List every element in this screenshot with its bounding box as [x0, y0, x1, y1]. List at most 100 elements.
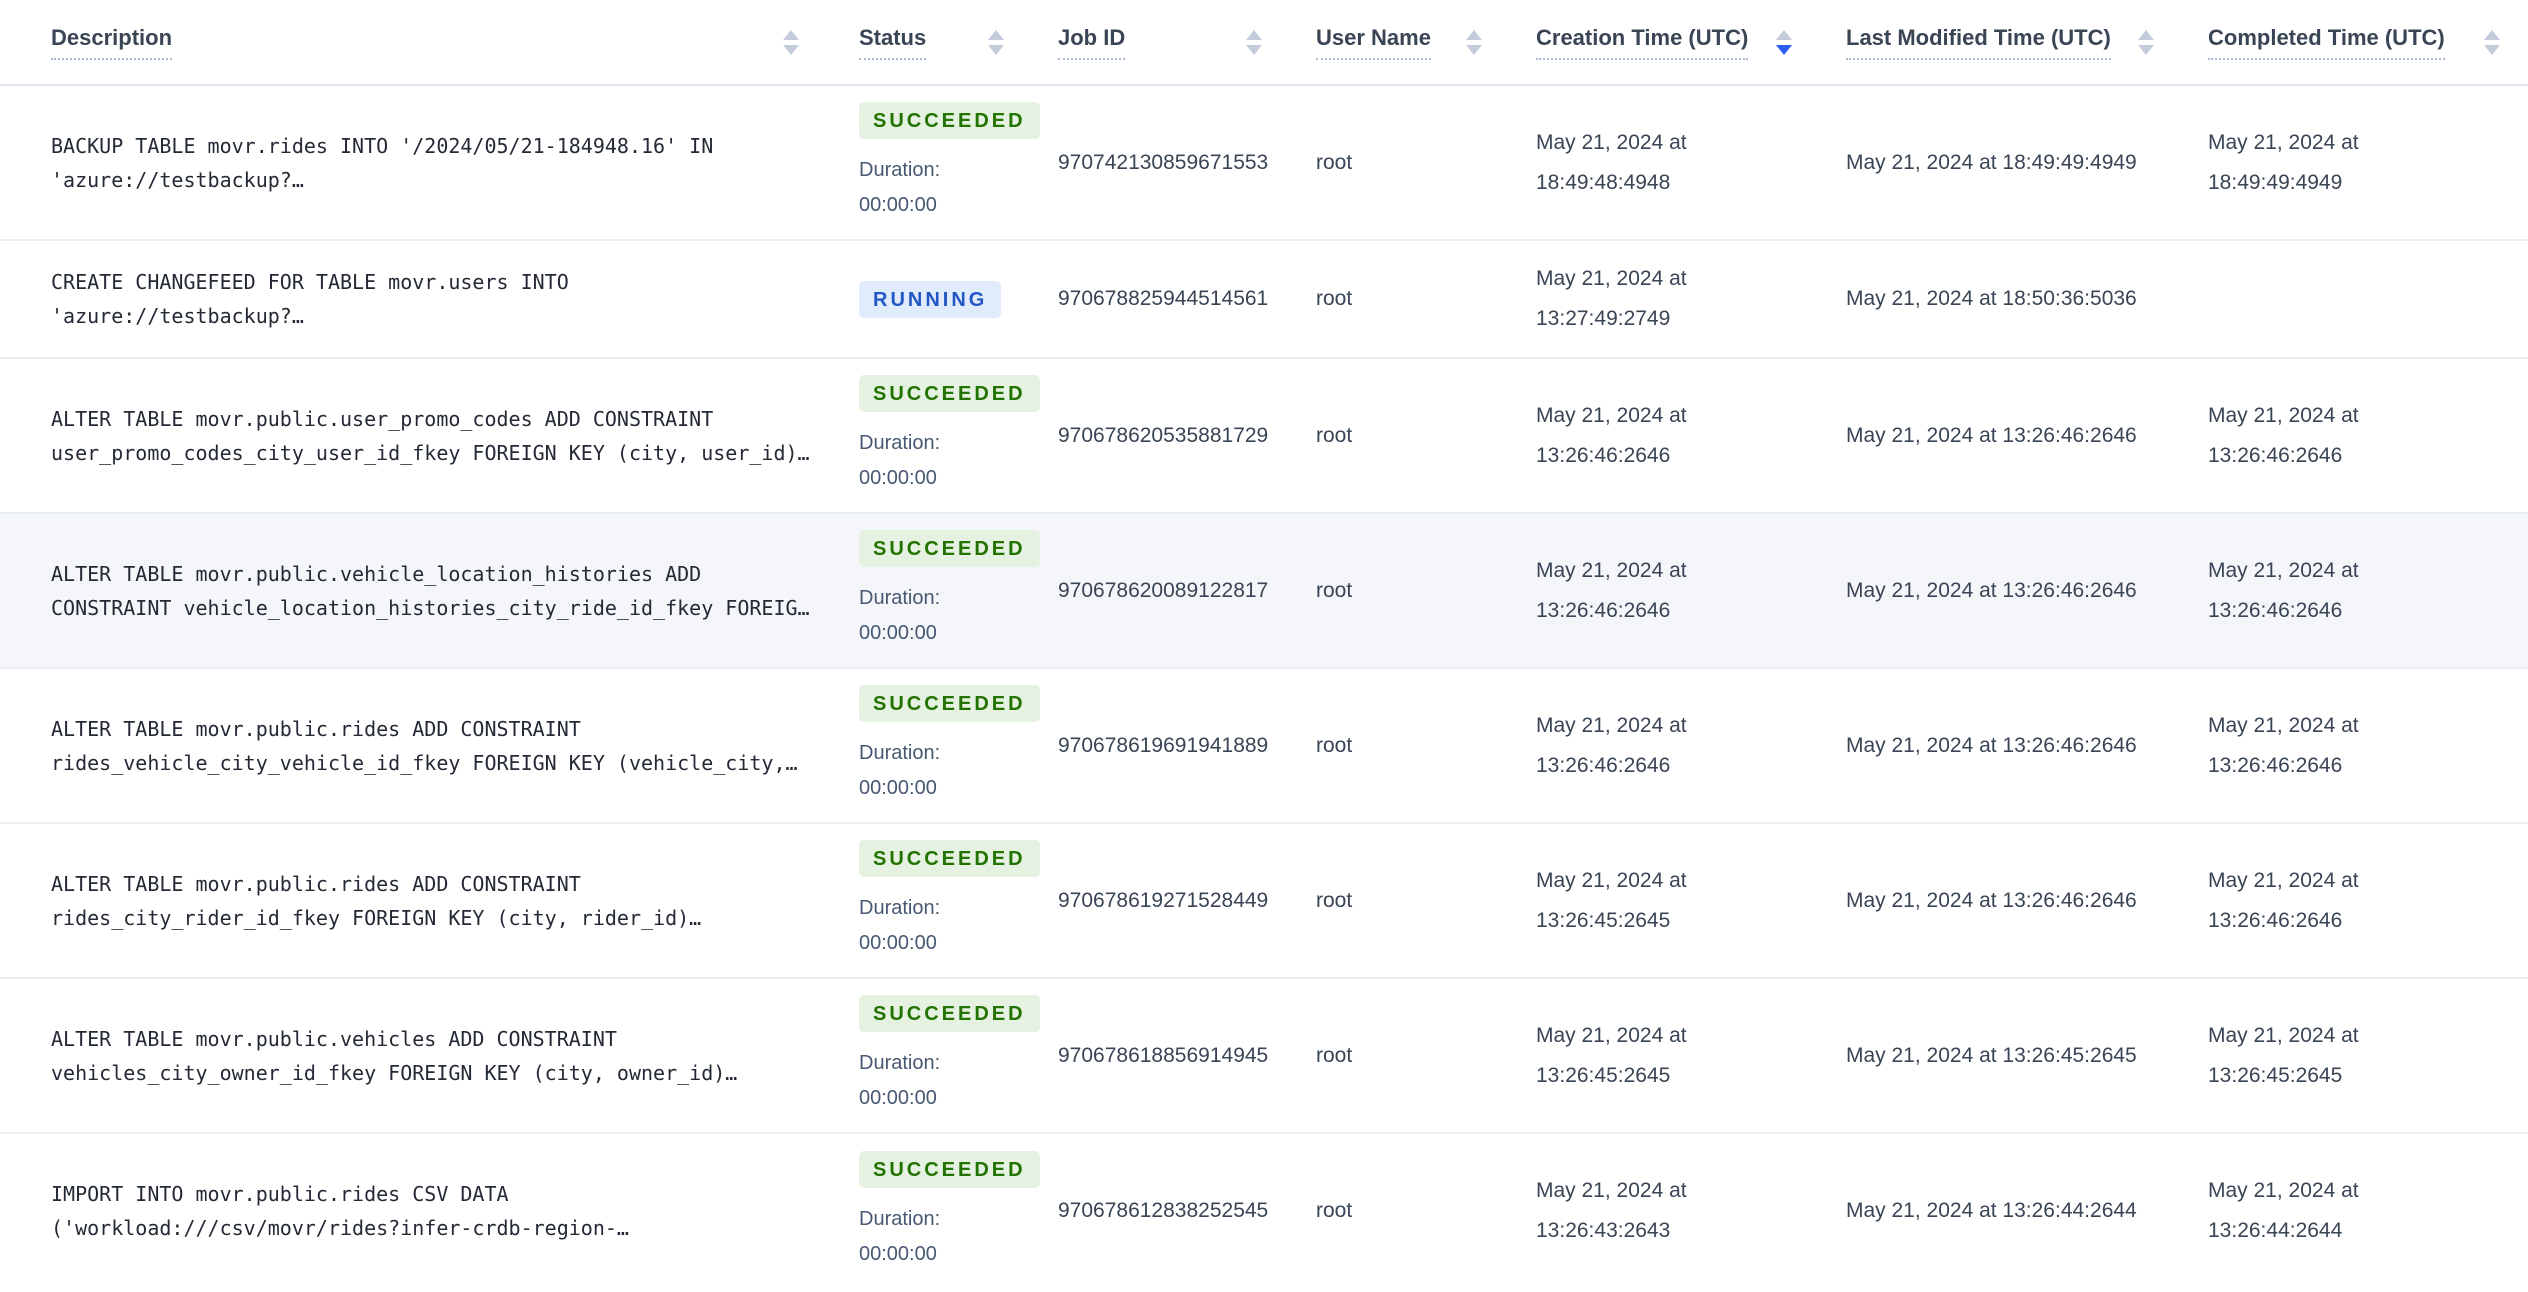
job-description-link[interactable]: ALTER TABLE movr.public.vehicles ADD CON…: [51, 1022, 816, 1090]
creation-time-cell: May 21, 2024 at 13:26:46:2646: [1526, 358, 1836, 513]
job-description-cell: ALTER TABLE movr.public.vehicles ADD CON…: [0, 978, 843, 1133]
last-modified-time-cell: May 21, 2024 at 13:26:46:2646: [1836, 668, 2198, 823]
job-status-cell: SUCCEEDED Duration: 00:00:00: [843, 823, 1048, 978]
job-description-link[interactable]: ALTER TABLE movr.public.vehicle_location…: [51, 557, 816, 625]
job-duration-label: Duration:: [859, 587, 941, 609]
status-badge: SUCCEEDED: [859, 530, 1040, 567]
last-modified-time-cell: May 21, 2024 at 13:26:46:2646: [1836, 358, 2198, 513]
job-duration-value: 00:00:00: [859, 777, 937, 799]
job-duration-label: Duration:: [859, 897, 941, 919]
job-status-cell: SUCCEEDED Duration: 00:00:00: [843, 978, 1048, 1133]
job-duration-value: 00:00:00: [859, 932, 937, 954]
status-badge: SUCCEEDED: [859, 995, 1040, 1032]
table-row: IMPORT INTO movr.public.rides CSV DATA (…: [0, 1133, 2528, 1288]
column-header-status[interactable]: Status: [843, 0, 1048, 86]
sort-asc-icon: [988, 29, 1004, 40]
job-duration-label: Duration:: [859, 1207, 941, 1230]
table-row: BACKUP TABLE movr.rides INTO '/2024/05/2…: [0, 85, 2528, 240]
sort-arrows-icon: [988, 29, 1004, 55]
status-badge: SUCCEEDED: [859, 1150, 1040, 1188]
job-duration-value: 00:00:00: [859, 194, 937, 216]
job-id-cell: 970678612838252545: [1048, 1133, 1306, 1288]
creation-time: May 21, 2024 at 13:26:43:2643: [1536, 1179, 1687, 1242]
job-id-cell: 970678618856914945: [1048, 978, 1306, 1133]
job-description-link[interactable]: CREATE CHANGEFEED FOR TABLE movr.users I…: [51, 265, 816, 333]
user-name-cell: root: [1306, 85, 1526, 240]
creation-time-cell: May 21, 2024 at 13:27:49:2749: [1526, 240, 1836, 358]
creation-time: May 21, 2024 at 13:26:46:2646: [1536, 403, 1687, 467]
creation-time: May 21, 2024 at 18:49:48:4948: [1536, 130, 1687, 194]
last-modified-time-cell: May 21, 2024 at 13:26:45:2645: [1836, 978, 2198, 1133]
status-badge: SUCCEEDED: [859, 375, 1040, 412]
creation-time: May 21, 2024 at 13:26:45:2645: [1536, 868, 1687, 932]
sort-arrows-icon: [1776, 29, 1792, 55]
jobs-table-header: Description Status Job ID User Name Crea…: [0, 0, 2528, 86]
job-description-link[interactable]: IMPORT INTO movr.public.rides CSV DATA (…: [51, 1177, 816, 1245]
job-id: 970678620089122817: [1058, 578, 1269, 602]
creation-time-cell: May 21, 2024 at 13:26:45:2645: [1526, 978, 1836, 1133]
job-description-cell: ALTER TABLE movr.public.user_promo_codes…: [0, 358, 843, 513]
user-name: root: [1316, 423, 1353, 447]
user-name: root: [1316, 150, 1353, 174]
sort-asc-icon: [1776, 29, 1792, 40]
table-row: CREATE CHANGEFEED FOR TABLE movr.users I…: [0, 240, 2528, 358]
user-name: root: [1316, 888, 1353, 912]
sort-arrows-icon: [2484, 29, 2500, 55]
last-modified-time: May 21, 2024 at 13:26:46:2646: [1846, 888, 2137, 912]
column-header-job-id[interactable]: Job ID: [1048, 0, 1306, 86]
sort-desc-icon: [988, 44, 1004, 55]
creation-time-cell: May 21, 2024 at 18:49:48:4948: [1526, 85, 1836, 240]
column-header-last-modified-time-utc[interactable]: Last Modified Time (UTC): [1836, 0, 2198, 86]
job-id: 970678620535881729: [1058, 423, 1269, 447]
job-description-cell: ALTER TABLE movr.public.vehicle_location…: [0, 513, 843, 668]
completed-time-cell: May 21, 2024 at 13:26:46:2646: [2198, 358, 2528, 513]
column-header-description[interactable]: Description: [0, 0, 843, 86]
user-name: root: [1316, 1043, 1353, 1067]
sort-asc-icon: [1466, 29, 1482, 40]
column-header-completed-time-utc[interactable]: Completed Time (UTC): [2198, 0, 2528, 86]
last-modified-time-cell: May 21, 2024 at 18:50:36:5036: [1836, 240, 2198, 358]
job-duration-label: Duration:: [859, 742, 941, 764]
user-name-cell: root: [1306, 668, 1526, 823]
sort-asc-icon: [1246, 29, 1262, 40]
sort-desc-icon: [1246, 44, 1262, 55]
sort-arrows-icon: [1466, 29, 1482, 55]
sort-desc-icon: [1776, 44, 1792, 55]
last-modified-time: May 21, 2024 at 13:26:45:2645: [1846, 1043, 2137, 1067]
creation-time: May 21, 2024 at 13:26:45:2645: [1536, 1023, 1687, 1087]
job-status-cell: SUCCEEDED Duration: 00:00:00: [843, 358, 1048, 513]
completed-time-cell: May 21, 2024 at 13:26:46:2646: [2198, 668, 2528, 823]
job-duration-label: Duration:: [859, 159, 941, 181]
job-description-link[interactable]: BACKUP TABLE movr.rides INTO '/2024/05/2…: [51, 129, 816, 197]
job-description-cell: ALTER TABLE movr.public.rides ADD CONSTR…: [0, 823, 843, 978]
user-name-cell: root: [1306, 240, 1526, 358]
job-id-cell: 970742130859671553: [1048, 85, 1306, 240]
user-name: root: [1316, 733, 1353, 757]
last-modified-time-cell: May 21, 2024 at 18:49:49:4949: [1836, 85, 2198, 240]
job-duration-value: 00:00:00: [859, 622, 937, 644]
completed-time: May 21, 2024 at 13:26:44:2644: [2208, 1179, 2359, 1242]
creation-time: May 21, 2024 at 13:26:46:2646: [1536, 558, 1687, 622]
job-id-cell: 970678619691941889: [1048, 668, 1306, 823]
job-description-link[interactable]: ALTER TABLE movr.public.rides ADD CONSTR…: [51, 867, 816, 935]
last-modified-time: May 21, 2024 at 18:50:36:5036: [1846, 287, 2137, 310]
job-description-link[interactable]: ALTER TABLE movr.public.user_promo_codes…: [51, 402, 816, 470]
completed-time-cell: May 21, 2024 at 18:49:49:4949: [2198, 85, 2528, 240]
job-status-cell: SUCCEEDED Duration: 00:00:00: [843, 85, 1048, 240]
sort-asc-icon: [2138, 29, 2154, 40]
column-header-creation-time-utc[interactable]: Creation Time (UTC): [1526, 0, 1836, 86]
job-id-cell: 970678620089122817: [1048, 513, 1306, 668]
job-description-cell: CREATE CHANGEFEED FOR TABLE movr.users I…: [0, 240, 843, 358]
job-description-link[interactable]: ALTER TABLE movr.public.rides ADD CONSTR…: [51, 712, 816, 780]
job-description-cell: BACKUP TABLE movr.rides INTO '/2024/05/2…: [0, 85, 843, 240]
sort-arrows-icon: [2138, 29, 2154, 55]
column-header-user-name[interactable]: User Name: [1306, 0, 1526, 86]
job-status-cell: RUNNING: [843, 240, 1048, 358]
user-name: root: [1316, 287, 1353, 310]
last-modified-time-cell: May 21, 2024 at 13:26:46:2646: [1836, 823, 2198, 978]
sort-arrows-icon: [783, 29, 799, 55]
job-id: 970678618856914945: [1058, 1043, 1269, 1067]
user-name-cell: root: [1306, 823, 1526, 978]
job-duration: Duration: 00:00:00: [859, 1202, 1048, 1272]
job-id-cell: 970678620535881729: [1048, 358, 1306, 513]
